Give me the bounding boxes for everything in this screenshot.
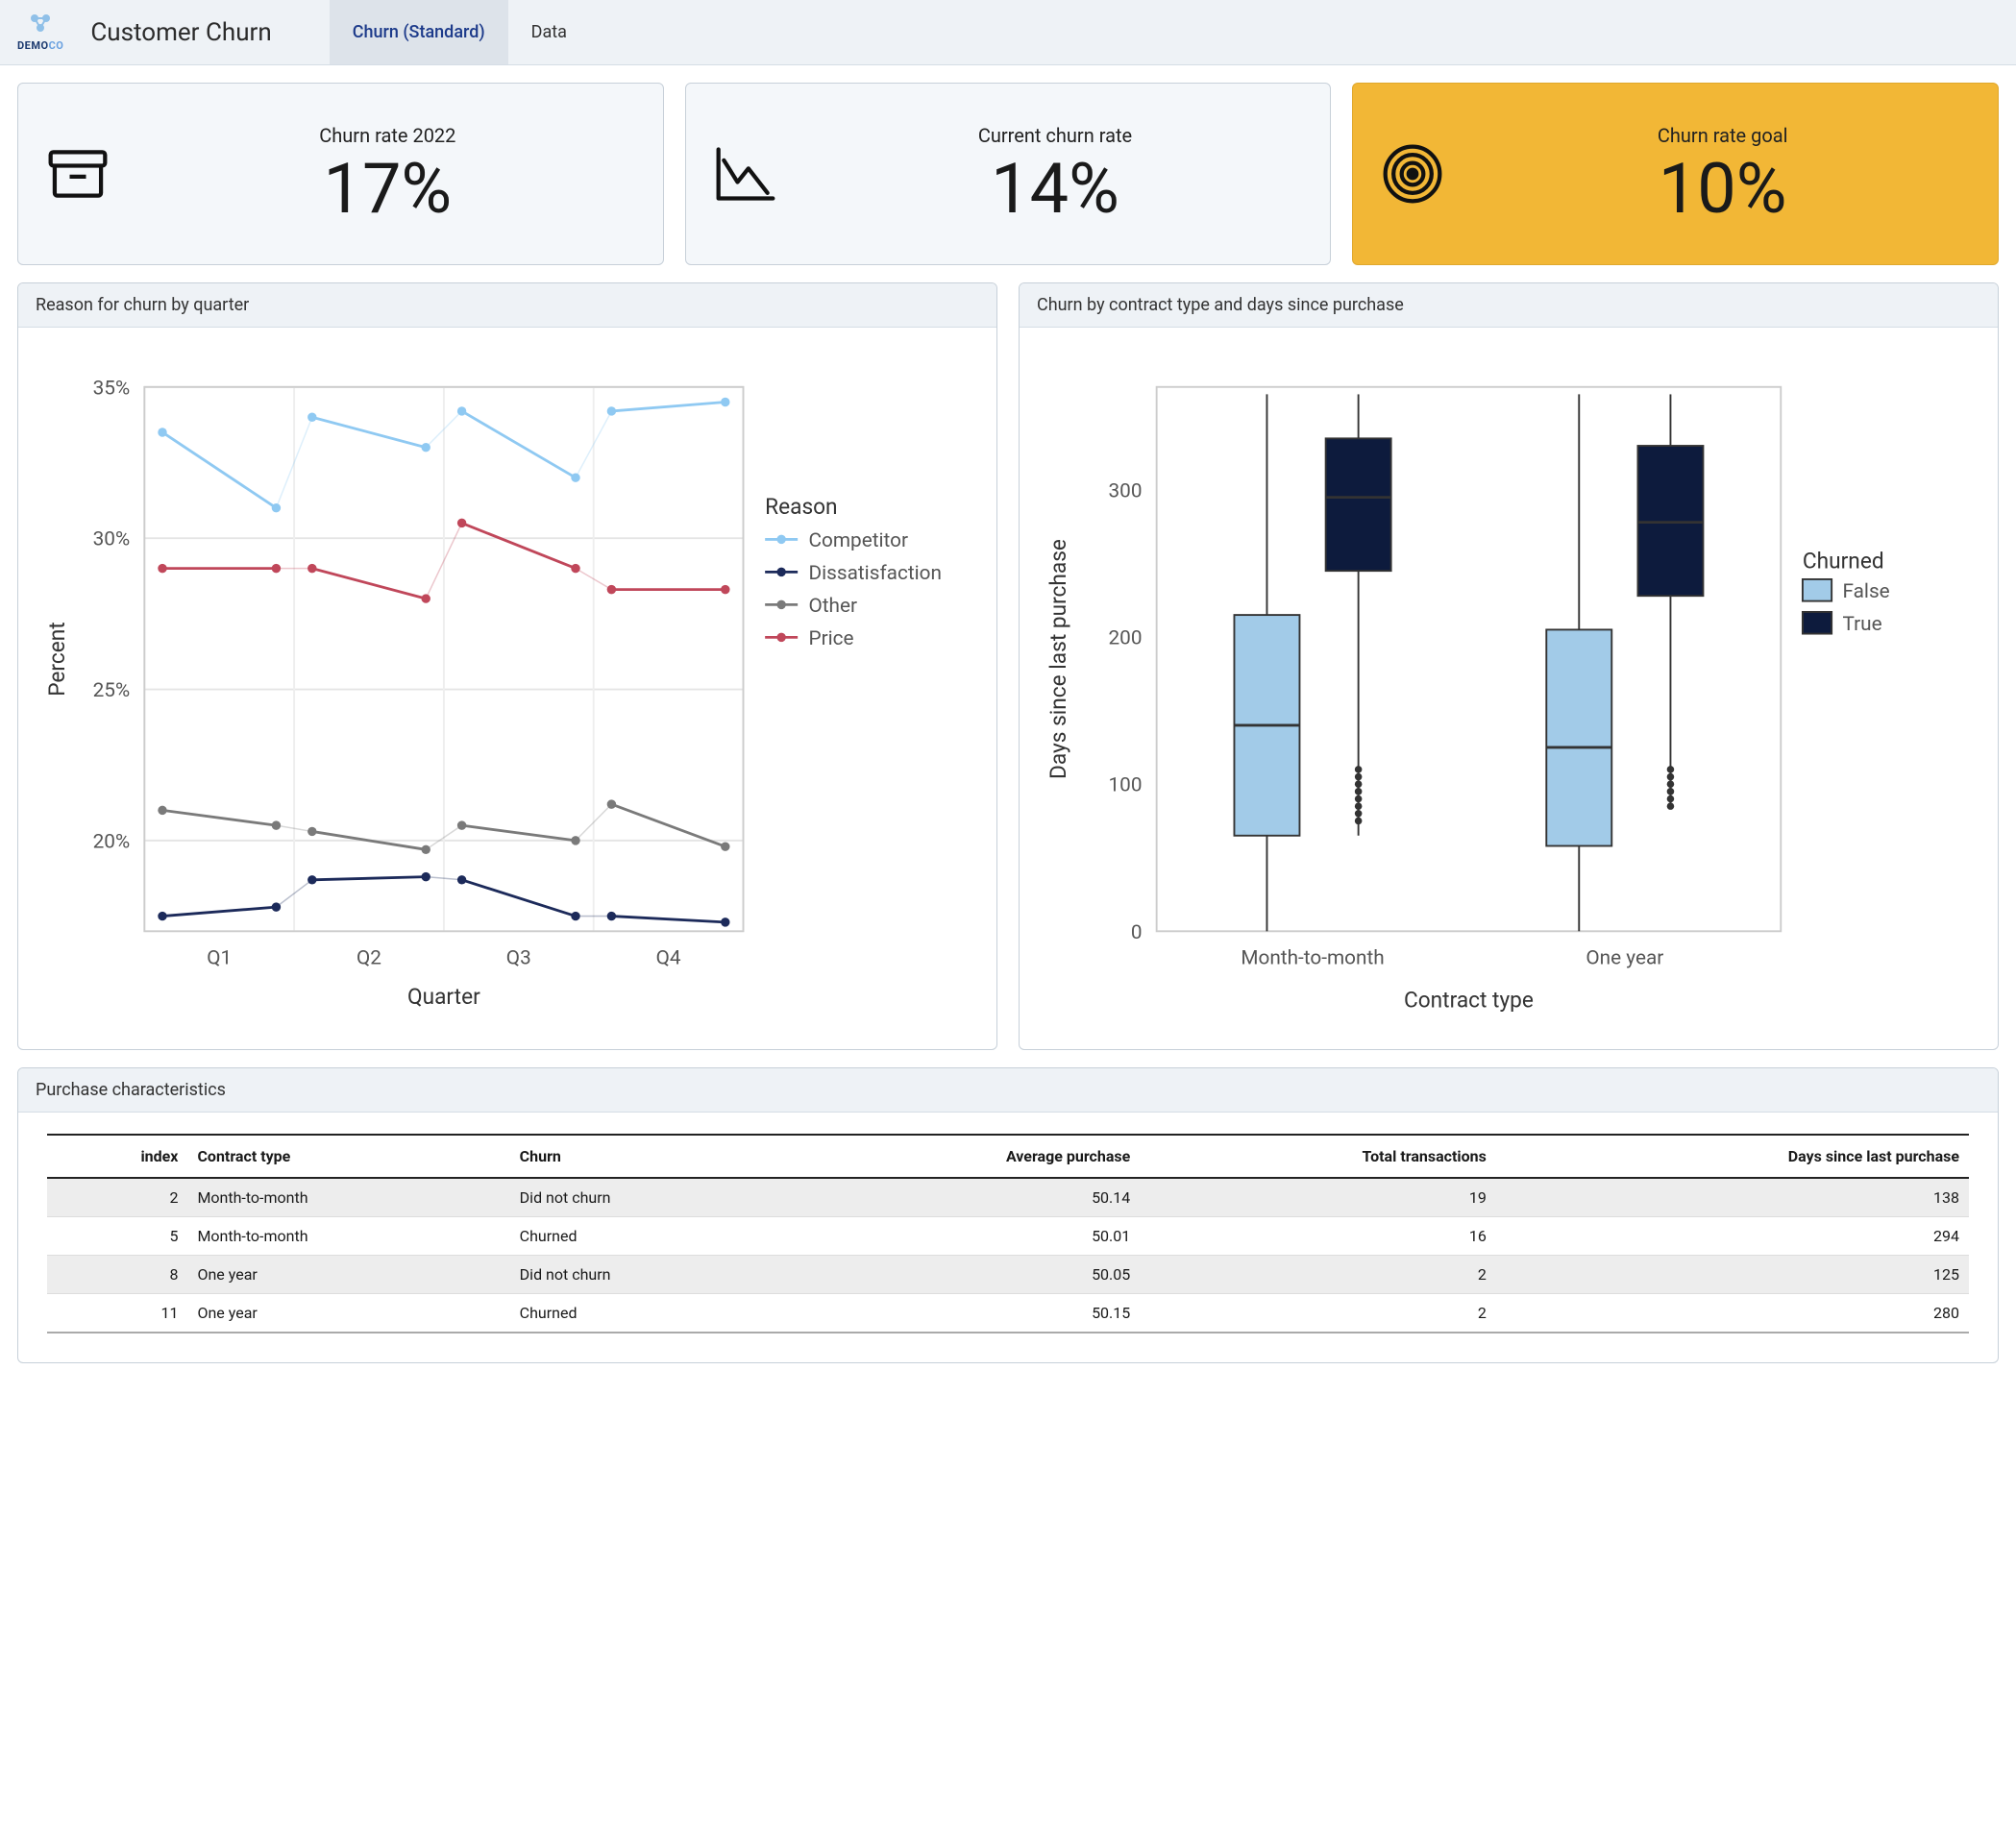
svg-text:25%: 25% <box>93 679 131 702</box>
svg-text:Month-to-month: Month-to-month <box>1241 946 1384 969</box>
svg-text:30%: 30% <box>93 528 131 551</box>
svg-text:True: True <box>1842 613 1881 636</box>
kpi-value: 17% <box>324 155 453 224</box>
archive-icon <box>45 141 111 207</box>
logo-text: DEMOCO <box>17 39 63 52</box>
svg-text:One year: One year <box>1586 946 1663 969</box>
svg-text:20%: 20% <box>93 830 131 853</box>
svg-text:Days since last purchase: Days since last purchase <box>1045 539 1071 779</box>
app-title: Customer Churn <box>90 18 271 47</box>
panel-reason-chart: Reason for churn by quarter 20% 25% 30% 35%… <box>17 282 997 1050</box>
tab-churn-standard[interactable]: Churn (Standard) <box>330 0 508 64</box>
svg-text:200: 200 <box>1109 627 1143 650</box>
svg-text:Percent: Percent <box>44 622 70 696</box>
panel-contract-chart: Churn by contract type and days since pu… <box>1019 282 1999 1050</box>
svg-text:Reason: Reason <box>765 494 837 520</box>
svg-text:Dissatisfaction: Dissatisfaction <box>808 562 942 585</box>
kpi-label: Churn rate goal <box>1658 124 1788 147</box>
reason-chart: 20% 25% 30% 35% Q1 Q2 Q3 Q4 Quarter Percent Reason… <box>36 351 979 1022</box>
tab-data[interactable]: Data <box>508 0 590 64</box>
kpi-card-current-churn: Current churn rate 14% <box>685 83 1332 265</box>
kpi-value: 14% <box>991 155 1119 224</box>
kpi-card-goal: Churn rate goal 10% <box>1352 83 1999 265</box>
top-nav: DEMOCO Customer Churn Churn (Standard) D… <box>0 0 2016 65</box>
table-row: 11One yearChurned50.152280 <box>47 1293 1969 1333</box>
panel-table: Purchase characteristics indexContract t… <box>17 1067 1999 1363</box>
panel-title: Churn by contract type and days since pu… <box>1020 283 1998 328</box>
col-contract_type: Contract type <box>187 1135 509 1178</box>
panel-title: Reason for churn by quarter <box>18 283 996 328</box>
contract-chart: 0 100 200 300 Contract type Days since last p… <box>1037 351 1980 1022</box>
svg-text:Churned: Churned <box>1803 549 1884 575</box>
trend-down-icon <box>713 141 778 207</box>
svg-text:Price: Price <box>808 627 853 650</box>
kpi-card-churn-2022: Churn rate 2022 17% <box>17 83 664 265</box>
panel-title: Purchase characteristics <box>18 1068 1998 1113</box>
svg-text:Q1: Q1 <box>207 946 232 969</box>
kpi-label: Current churn rate <box>978 124 1132 147</box>
table-row: 5Month-to-monthChurned50.0116294 <box>47 1216 1969 1255</box>
purchase-table: indexContract typeChurnAverage purchaseT… <box>47 1134 1969 1333</box>
table-row: 8One yearDid not churn50.052125 <box>47 1255 1969 1293</box>
svg-text:300: 300 <box>1109 480 1143 503</box>
svg-text:0: 0 <box>1131 921 1143 944</box>
table-row: 2Month-to-monthDid not churn50.1419138 <box>47 1178 1969 1217</box>
svg-text:Q4: Q4 <box>656 946 681 969</box>
target-icon <box>1380 141 1445 207</box>
svg-text:100: 100 <box>1109 774 1143 797</box>
kpi-row: Churn rate 2022 17% Current churn rate 1… <box>17 83 1999 265</box>
svg-text:Q2: Q2 <box>356 946 381 969</box>
tabs: Churn (Standard) Data <box>330 0 590 64</box>
svg-text:False: False <box>1842 580 1889 603</box>
svg-text:35%: 35% <box>93 377 131 400</box>
kpi-value: 10% <box>1659 155 1787 224</box>
svg-text:Competitor: Competitor <box>808 529 908 552</box>
svg-text:Contract type: Contract type <box>1404 988 1534 1014</box>
col-total_tx: Total transactions <box>1140 1135 1496 1178</box>
col-days_since: Days since last purchase <box>1496 1135 1969 1178</box>
col-avg_purchase: Average purchase <box>784 1135 1141 1178</box>
col-churn: Churn <box>510 1135 784 1178</box>
kpi-label: Churn rate 2022 <box>319 124 455 147</box>
svg-text:Other: Other <box>808 595 857 618</box>
col-index: index <box>47 1135 187 1178</box>
svg-text:Q3: Q3 <box>506 946 531 969</box>
logo-icon <box>21 12 60 39</box>
svg-text:Quarter: Quarter <box>407 984 480 1010</box>
logo: DEMOCO <box>17 12 63 52</box>
